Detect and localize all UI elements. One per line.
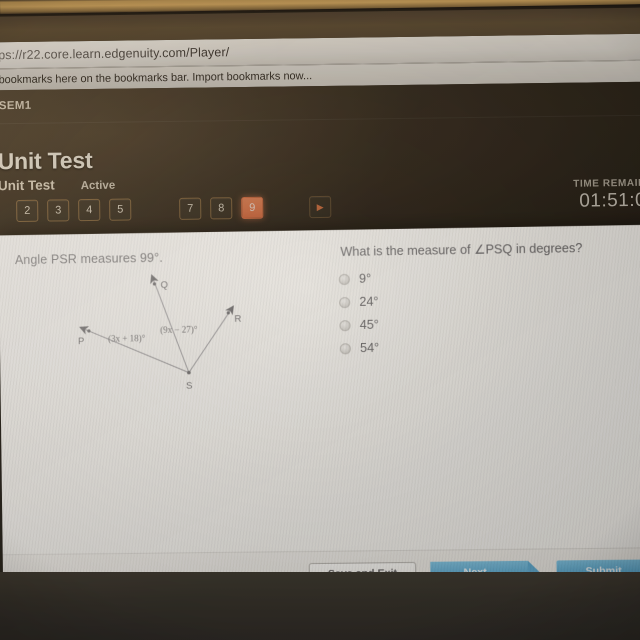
answer-option-4[interactable]: 54° (339, 340, 380, 356)
pager-button-5[interactable]: 5 (109, 198, 132, 221)
app-header: SEM1 Unit Test Unit Test Active 2 3 4 5 … (0, 81, 640, 238)
answer-option-2[interactable]: 24° (339, 295, 379, 310)
pager-button-7[interactable]: 7 (179, 197, 202, 220)
question-prompt: What is the measure of ∠PSQ in degrees? (340, 241, 583, 259)
status-badge: Active (80, 179, 116, 193)
header-divider (0, 114, 640, 125)
pager-button-4[interactable]: 4 (78, 198, 101, 222)
pager-button-2[interactable]: 2 (16, 199, 39, 222)
pager-button-3[interactable]: 3 (47, 199, 70, 222)
time-remaining-label: TIME REMAIN (573, 177, 640, 190)
radio-button-icon[interactable] (338, 273, 350, 285)
answer-option-3[interactable]: 45° (339, 318, 379, 333)
answer-label-4: 54° (359, 340, 380, 356)
pager-button-8[interactable]: 8 (210, 197, 233, 220)
answer-choices: 9° 24° 45° 54° (338, 271, 380, 356)
answer-option-1[interactable]: 9° (338, 271, 379, 286)
breadcrumb-assignment: Unit Test (0, 177, 55, 194)
laptop-lower-area (0, 572, 640, 640)
point-label-r: R (234, 314, 241, 325)
photo-of-laptop-screen: ps://r22.core.learn.edgenuity.com/Player… (0, 0, 640, 640)
answer-label-2: 24° (359, 294, 379, 309)
question-panel: Angle PSR measures 99°. P Q R S (3x + 18… (0, 225, 640, 603)
time-remaining-value: 01:51:0 (579, 189, 640, 212)
ray-sr (188, 308, 233, 373)
breadcrumb: Unit Test Active (0, 177, 116, 194)
bookmarks-bar-message: bookmarks here on the bookmarks bar. Imp… (0, 69, 313, 86)
angle-label-psq: (3x + 18)° (108, 333, 146, 344)
point-label-s: S (186, 381, 193, 392)
radio-button-icon[interactable] (339, 342, 352, 354)
point-label-p: P (78, 336, 84, 347)
radio-button-icon[interactable] (339, 296, 351, 308)
radio-button-icon[interactable] (339, 319, 351, 331)
angle-diagram-svg: P Q R S (3x + 18)° (9x − 27)° (59, 263, 262, 396)
geometry-figure: P Q R S (3x + 18)° (9x − 27)° (59, 263, 262, 396)
point-label-q: Q (160, 280, 168, 291)
answer-label-1: 9° (358, 271, 372, 286)
point-p-dot (87, 329, 91, 333)
question-panel-wrapper: Angle PSR measures 99°. P Q R S (3x + 18… (0, 225, 640, 603)
course-code-label: SEM1 (0, 99, 32, 113)
pager-next-arrow-icon[interactable]: ▶ (309, 195, 332, 219)
laptop-screen: ps://r22.core.learn.edgenuity.com/Player… (0, 34, 640, 603)
pager-button-9-current[interactable]: 9 (241, 196, 264, 220)
address-bar-url: ps://r22.core.learn.edgenuity.com/Player… (0, 45, 230, 63)
time-remaining: TIME REMAIN 01:51:0 (573, 178, 640, 213)
angle-label-qsr: (9x − 27)° (160, 324, 198, 335)
answer-label-3: 45° (359, 317, 379, 333)
question-pager: 2 3 4 5 7 8 9 ▶ (16, 195, 332, 222)
page-title: Unit Test (0, 146, 93, 175)
